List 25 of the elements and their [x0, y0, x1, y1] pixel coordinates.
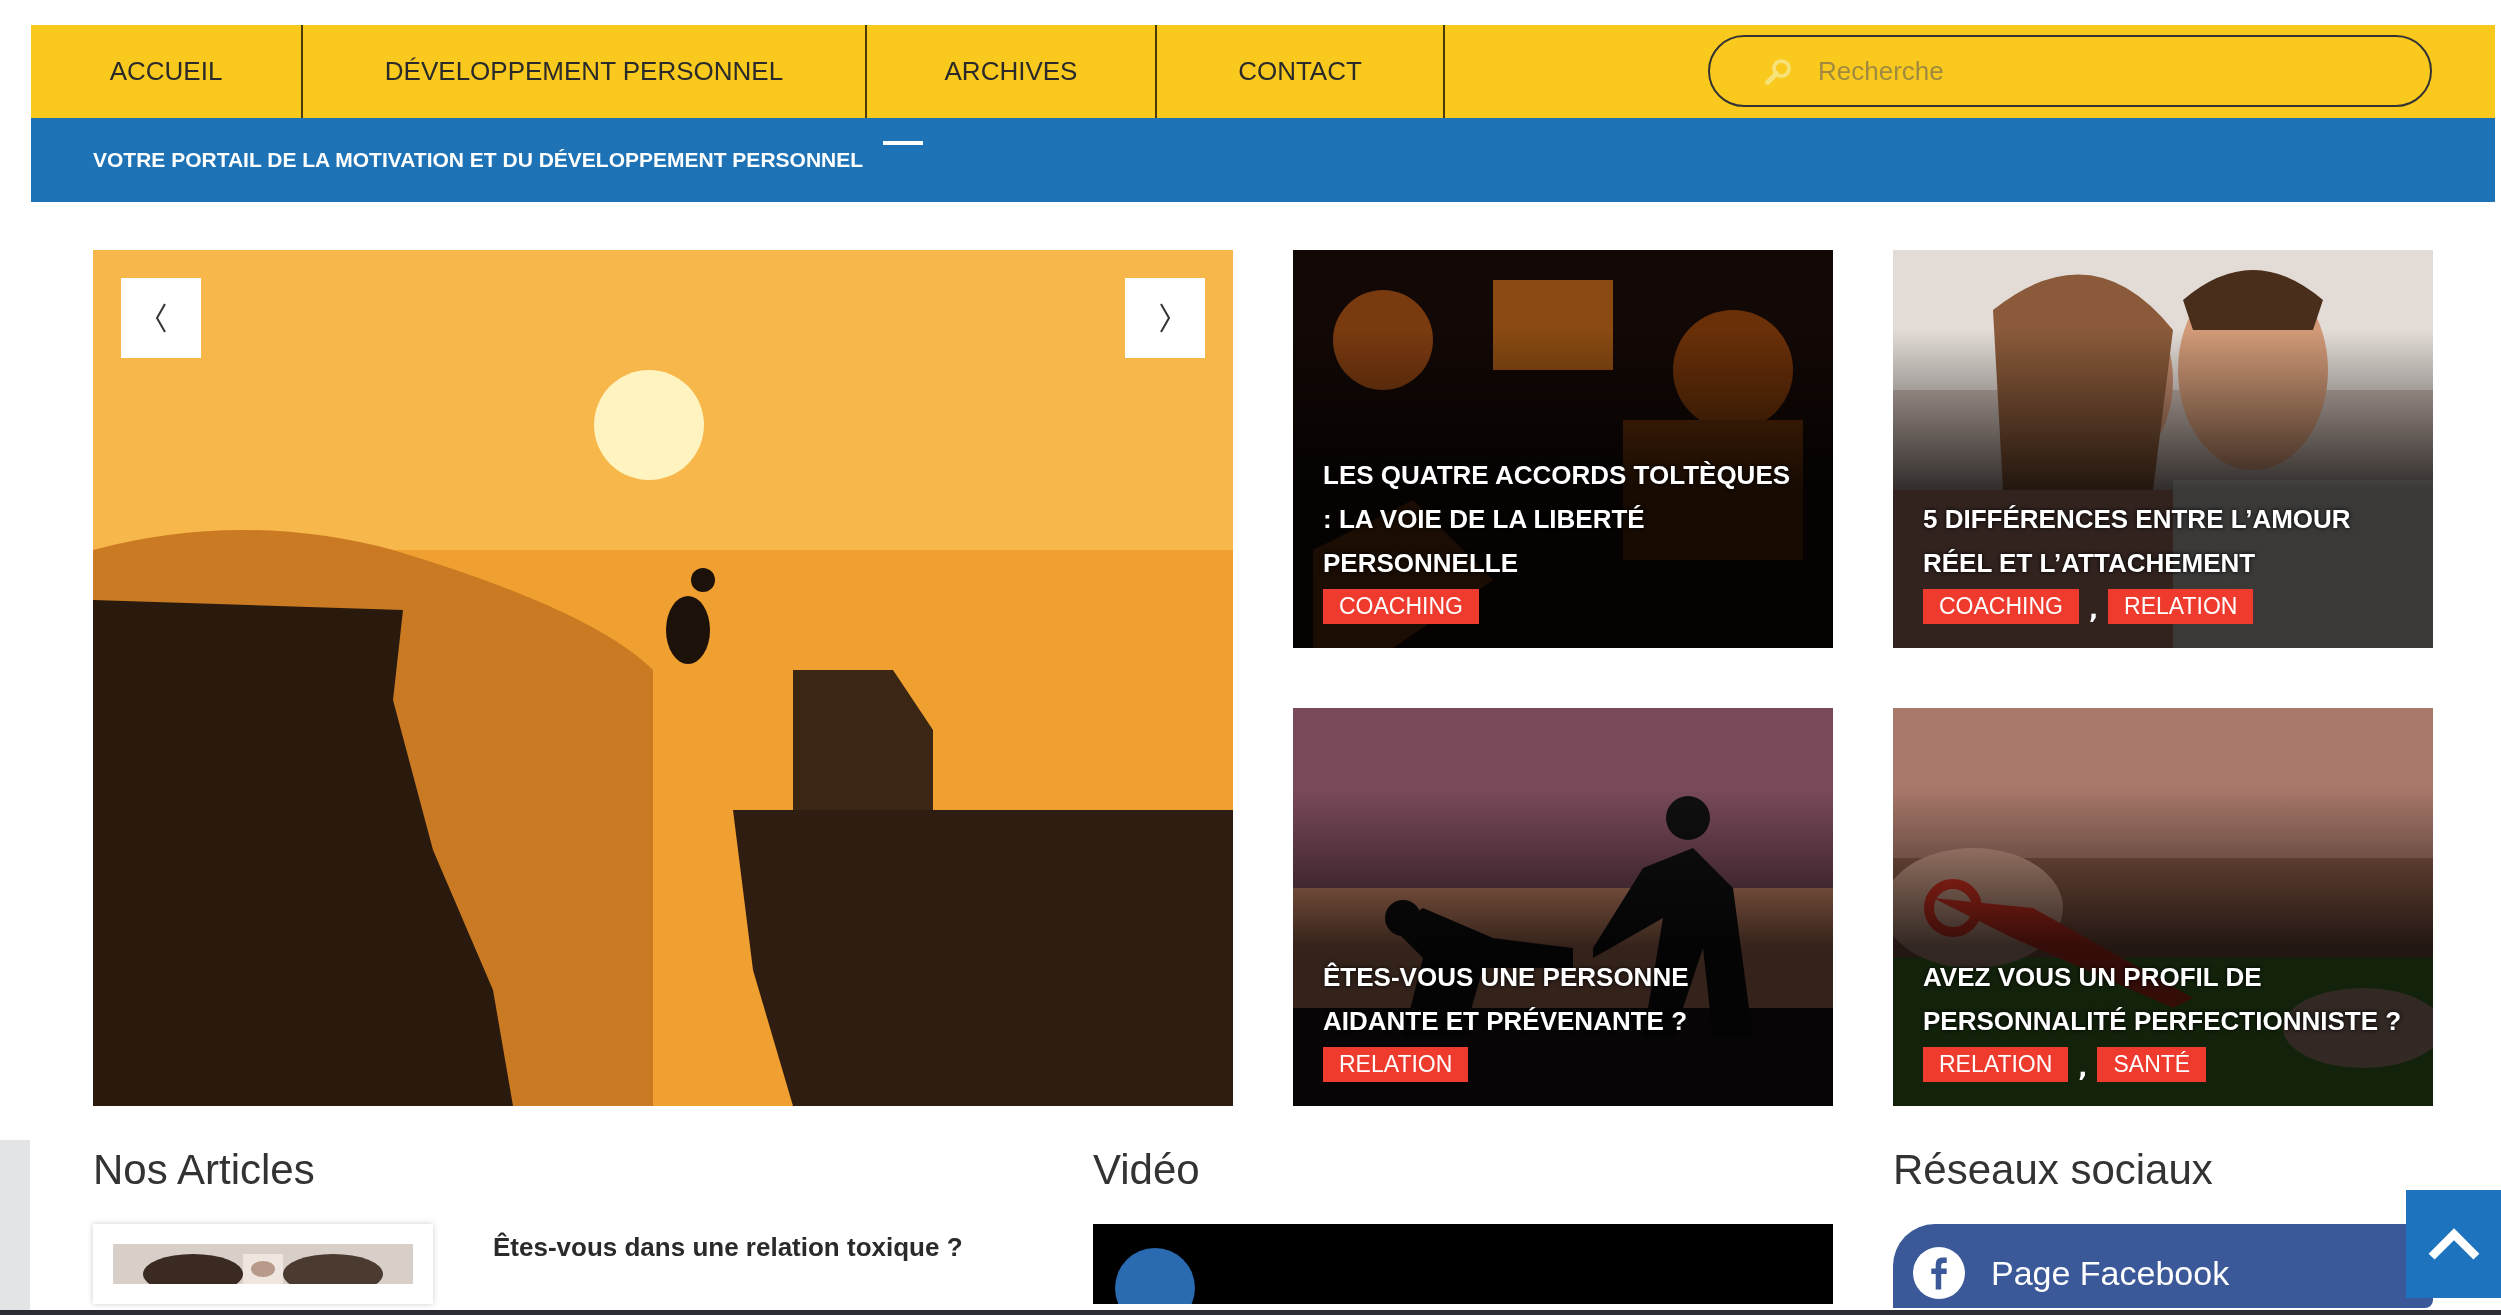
- article-title[interactable]: AVEZ VOUS UN PROFIL DE PERSONNALITÉ PERFECTIONNISTE ?: [1923, 955, 2403, 1043]
- category-tag[interactable]: COACHING: [1923, 589, 2079, 624]
- facebook-icon: [1913, 1247, 1965, 1299]
- section-heading: Vidéo: [1093, 1146, 1201, 1194]
- category-tag[interactable]: RELATION: [1923, 1047, 2069, 1082]
- category-tag[interactable]: SANTÉ: [2097, 1047, 2207, 1082]
- category-tag[interactable]: RELATION: [1323, 1047, 1469, 1082]
- section-heading: Nos Articles: [93, 1146, 316, 1194]
- channel-avatar-icon: [1115, 1248, 1195, 1304]
- tagline: VOTRE PORTAIL DE LA MOTIVATION ET DU DÉVELOPPEMENT PERSONNEL: [93, 148, 864, 172]
- search-field[interactable]: Recherche: [1708, 35, 2432, 107]
- article-title[interactable]: LES QUATRE ACCORDS TOLTÈQUES : LA VOIE DE LA LIBERTÉ PERSONNELLE: [1323, 453, 1803, 585]
- article-title[interactable]: ÊTES-VOUS UNE PERSONNE AIDANTE ET PRÉVENANTE ?: [1323, 955, 1743, 1043]
- category-tag[interactable]: RELATION: [2108, 589, 2254, 624]
- category-tag[interactable]: COACHING: [1323, 589, 1479, 624]
- section-heading: Réseaux sociaux: [1893, 1146, 2214, 1194]
- scroll-to-top-button[interactable]: [2406, 1190, 2501, 1298]
- search-icon: [1764, 56, 1794, 86]
- video-player[interactable]: [1093, 1224, 1833, 1304]
- article-title[interactable]: 5 DIFFÉRENCES ENTRE L’AMOUR RÉEL ET L’ATTACHEMENT: [1923, 497, 2403, 585]
- facebook-button[interactable]: Page Facebook: [1893, 1224, 2433, 1308]
- article-link[interactable]: Êtes-vous dans une relation toxique ?: [493, 1232, 963, 1264]
- tag-separator: ,: [2078, 1054, 2088, 1082]
- tag-separator: ,: [2088, 596, 2099, 624]
- menu-dash-icon: [883, 141, 924, 145]
